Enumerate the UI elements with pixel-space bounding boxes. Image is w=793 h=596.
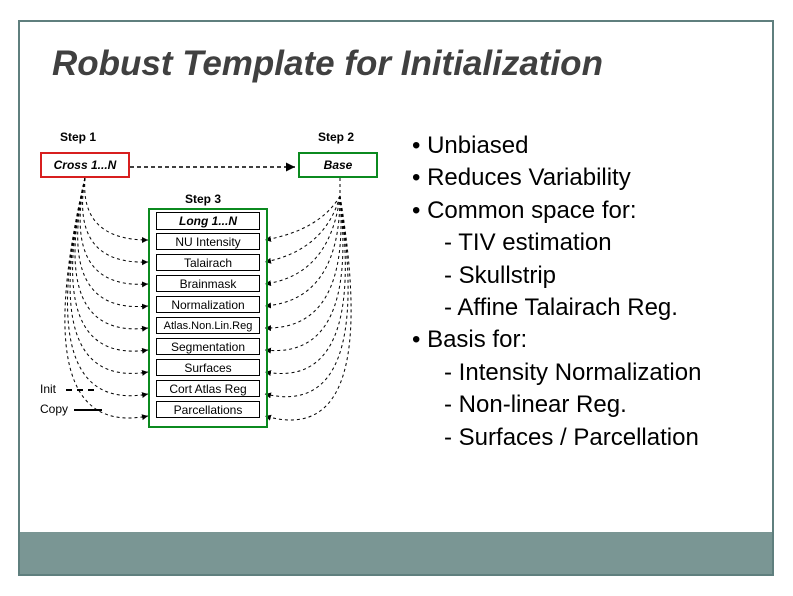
list-item: - Surfaces / Parcellation	[412, 422, 701, 454]
stage-box: Surfaces	[156, 359, 260, 376]
list-item: - Affine Talairach Reg.	[412, 292, 701, 324]
bullet-text: Affine Talairach Reg.	[457, 294, 678, 321]
base-box: Base	[298, 152, 378, 178]
legend-init-line	[66, 389, 94, 391]
flow-diagram: Step 1 Cross 1...N Step 2 Base Step 3 Lo…	[40, 130, 410, 500]
stage-box: NU Intensity	[156, 233, 260, 250]
stage-box: Parcellations	[156, 401, 260, 418]
legend-init-label: Init	[40, 382, 56, 396]
list-item: - TIV estimation	[412, 227, 701, 259]
stage-box: Cort Atlas Reg	[156, 380, 260, 397]
stage-box: Talairach	[156, 254, 260, 271]
legend-copy-line	[74, 409, 102, 411]
list-item: • Common space for:	[412, 195, 701, 227]
list-item: - Skullstrip	[412, 260, 701, 292]
stage-box: Normalization	[156, 296, 260, 313]
bullet-text: TIV estimation	[458, 229, 611, 256]
bullet-text: Surfaces / Parcellation	[459, 424, 699, 451]
list-item: • Unbiased	[412, 130, 701, 162]
footer-band	[20, 532, 772, 574]
bullet-text: Basis for:	[427, 326, 527, 353]
long-box: Long 1...N	[156, 212, 260, 230]
bullet-text: Intensity Normalization	[459, 359, 702, 386]
legend-copy-label: Copy	[40, 402, 68, 416]
stage-box: Brainmask	[156, 275, 260, 292]
bullet-list: • Unbiased • Reduces Variability • Commo…	[412, 130, 701, 454]
list-item: • Reduces Variability	[412, 162, 701, 194]
list-item: - Non-linear Reg.	[412, 389, 701, 421]
step3-label: Step 3	[185, 192, 221, 206]
step1-label: Step 1	[60, 130, 96, 144]
stage-box: Atlas.Non.Lin.Reg	[156, 317, 260, 334]
page-title: Robust Template for Initialization	[52, 44, 603, 84]
bullet-text: Reduces Variability	[427, 164, 631, 191]
bullet-text: Unbiased	[427, 132, 528, 159]
list-item: • Basis for:	[412, 324, 701, 356]
bullet-text: Non-linear Reg.	[459, 391, 627, 418]
stage-box: Segmentation	[156, 338, 260, 355]
list-item: - Intensity Normalization	[412, 357, 701, 389]
bullet-text: Common space for:	[427, 197, 636, 224]
bullet-text: Skullstrip	[459, 262, 556, 289]
cross-box: Cross 1...N	[40, 152, 130, 178]
step2-label: Step 2	[318, 130, 354, 144]
